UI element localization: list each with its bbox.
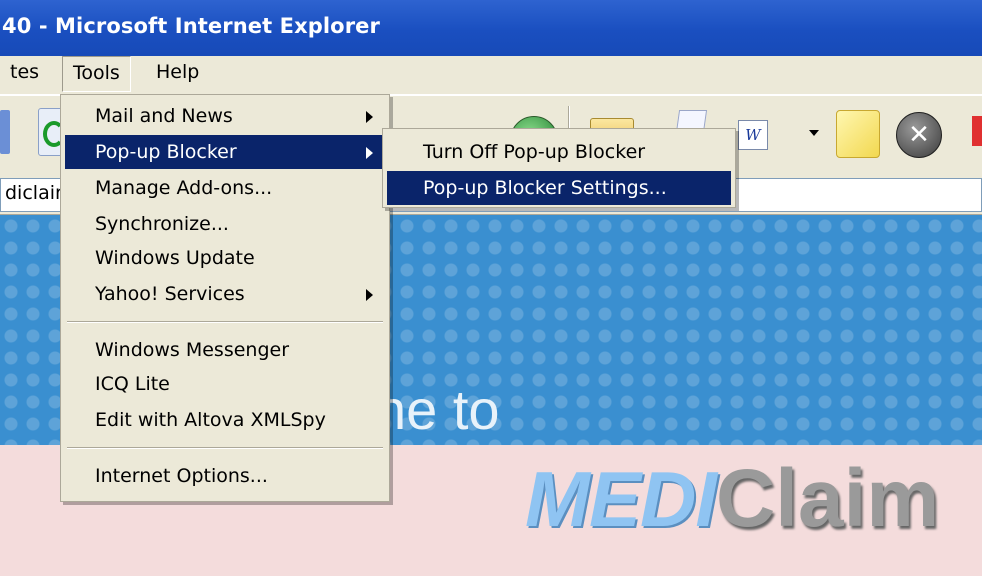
mediclaim-logo: MEDIClaim: [525, 452, 939, 546]
menu-item-label: Manage Add-ons...: [95, 177, 273, 199]
menu-separator: [67, 321, 383, 323]
menu-item-label: Pop-up Blocker Settings...: [423, 177, 667, 199]
close-circle-icon[interactable]: ✕: [896, 112, 942, 158]
menu-item-yahoo-services[interactable]: Yahoo! Services: [65, 277, 385, 311]
menu-item-label: Pop-up Blocker: [95, 141, 237, 163]
menu-item-label: Mail and News: [95, 105, 233, 127]
menu-item-label: Edit with Altova XMLSpy: [95, 409, 326, 431]
popup-blocker-submenu: Turn Off Pop-up Blocker Pop-up Blocker S…: [382, 128, 736, 208]
menu-item-label: Windows Update: [95, 247, 255, 269]
submenu-arrow-icon: [366, 289, 373, 301]
menu-item-label: Synchronize...: [95, 213, 229, 235]
title-bar: 40 - Microsoft Internet Explorer: [0, 0, 982, 56]
tools-menu: Mail and News Pop-up Blocker Manage Add-…: [60, 94, 390, 502]
welcome-text: ne to: [375, 378, 500, 441]
menubar-item-favorites[interactable]: tes: [0, 56, 49, 92]
menu-item-manage-addons[interactable]: Manage Add-ons...: [65, 171, 385, 205]
dropdown-arrow-icon[interactable]: [809, 130, 819, 136]
logo-medi-text: MEDI: [525, 455, 717, 543]
menu-item-mail-and-news[interactable]: Mail and News: [65, 99, 385, 133]
submenu-arrow-icon: [366, 147, 373, 159]
menu-item-internet-options[interactable]: Internet Options...: [65, 459, 385, 493]
menu-bar: tes Tools Help: [0, 56, 982, 95]
menu-item-icq-lite[interactable]: ICQ Lite: [65, 367, 385, 401]
menu-item-windows-messenger[interactable]: Windows Messenger: [65, 333, 385, 367]
menu-item-label: Yahoo! Services: [95, 283, 245, 305]
toolbar-button-edge-icon[interactable]: [0, 110, 10, 154]
menu-item-edit-with-altova[interactable]: Edit with Altova XMLSpy: [65, 403, 385, 437]
logo-claim-text: Claim: [716, 453, 940, 544]
menu-separator: [67, 447, 383, 449]
menubar-item-help[interactable]: Help: [146, 56, 209, 92]
sticky-note-icon[interactable]: [836, 110, 880, 158]
address-text: diclair: [5, 182, 63, 204]
submenu-arrow-icon: [366, 111, 373, 123]
menu-item-popup-blocker[interactable]: Pop-up Blocker: [65, 135, 385, 169]
window-title: 40 - Microsoft Internet Explorer: [2, 14, 380, 38]
menu-item-popup-blocker-settings[interactable]: Pop-up Blocker Settings...: [387, 171, 731, 205]
menu-item-label: Turn Off Pop-up Blocker: [423, 141, 646, 163]
menu-item-turn-off-popup-blocker[interactable]: Turn Off Pop-up Blocker: [387, 135, 731, 169]
menu-item-label: Internet Options...: [95, 465, 268, 487]
menubar-item-tools[interactable]: Tools: [62, 56, 131, 92]
word-icon[interactable]: W: [738, 120, 768, 150]
menu-item-label: ICQ Lite: [95, 373, 170, 395]
menu-item-windows-update[interactable]: Windows Update: [65, 241, 385, 275]
red-icon-edge[interactable]: [972, 116, 982, 146]
menu-item-label: Windows Messenger: [95, 339, 290, 361]
menu-item-synchronize[interactable]: Synchronize...: [65, 207, 385, 241]
